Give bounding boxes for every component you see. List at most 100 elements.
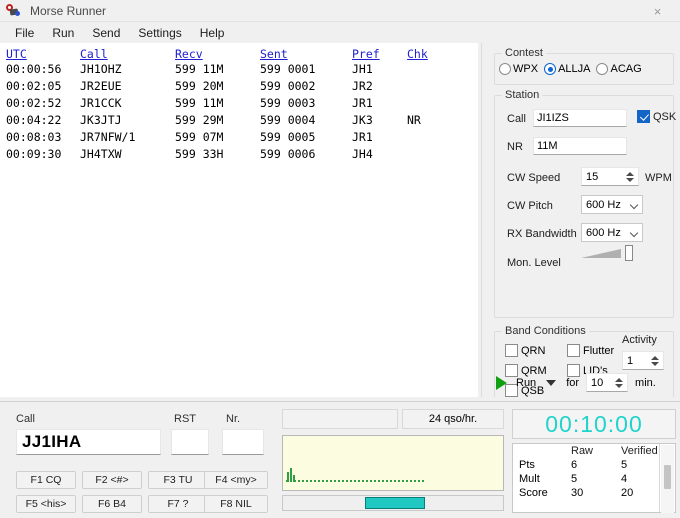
title-bar: Morse Runner × [0,0,680,22]
close-icon[interactable]: × [635,0,680,22]
radio-allja[interactable]: ALLJA [544,63,590,75]
qrn-checkbox[interactable]: QRN [505,344,545,357]
table-row[interactable]: 00:09:30 JH4TXW 599 33H 599 0006 JH4 [0,146,478,163]
radio-allja-icon [544,63,557,75]
window-title: Morse Runner [30,3,107,18]
log-cell-sent: 599 0002 [260,79,316,93]
log-cell-chk [407,146,452,163]
status-display [282,409,398,429]
fkey-f2-nr-button[interactable]: F2 <#> [82,471,142,489]
log-header-utc: UTC [6,47,27,61]
radio-wpx[interactable]: WPX [499,63,538,75]
score-scrollbar[interactable] [661,445,674,513]
log-header-recv: Recv [175,47,203,61]
qsk-checkbox-icon [637,110,650,123]
qso-log-panel[interactable]: UTC Call Recv Sent Pref Chk 00:00:56 JH1… [0,43,478,397]
fkey-f3-tu-button[interactable]: F3 TU [148,471,208,489]
log-cell-pref: JR1 [352,96,373,110]
log-cell-utc: 00:08:03 [6,130,62,144]
radio-acag[interactable]: ACAG [596,63,642,75]
activity-label: Activity [622,334,657,346]
log-cell-chk [407,129,452,146]
fkey-f6-b4-button[interactable]: F6 B4 [82,495,142,513]
run-bar: Run for 10 min. [496,373,676,392]
fkey-f1-cq-button[interactable]: F1 CQ [16,471,76,489]
rx-bandwidth-label: RX Bandwidth [507,228,577,240]
log-cell-chk: NR [407,113,421,127]
vfo-tuning-thumb[interactable] [365,497,425,509]
menu-item-file[interactable]: File [6,24,43,42]
waterfall-baseline [286,480,426,482]
menu-item-help[interactable]: Help [191,24,234,42]
chevron-down-icon[interactable] [546,379,557,386]
mon-level-slider[interactable] [581,244,653,266]
cw-pitch-select[interactable]: 600 Hz [581,195,643,214]
duration-value: 10 [591,376,604,389]
entry-nr-label: Nr. [226,413,241,425]
cw-speed-unit: WPM [645,172,672,184]
activity-spin-icon[interactable] [648,353,661,369]
flutter-checkbox[interactable]: Flutter [567,344,614,357]
fkey-f5-his-button[interactable]: F5 <his> [16,495,76,513]
run-mode-label[interactable]: Run [516,377,536,389]
menu-item-send[interactable]: Send [83,24,129,42]
qsk-checkbox[interactable]: QSK [637,110,676,123]
log-cell-call: JK3JTJ [80,113,122,127]
vertical-splitter[interactable] [478,43,486,397]
qso-entry-panel: Call JJ1IHA RST Nr. F1 CQ F2 <#> F3 TU F… [6,409,274,515]
station-nr-input[interactable]: 11M [533,137,627,155]
activity-stepper[interactable]: 1 [622,351,664,370]
score-header-raw: Raw [571,445,594,457]
entry-nr-input[interactable] [222,429,264,455]
score-row-pts: Pts 6 5 [513,458,675,472]
rx-bandwidth-select[interactable]: 600 Hz [581,223,643,242]
fkey-f4-my-button[interactable]: F4 <my> [204,471,268,489]
fkey-f8-nil-button[interactable]: F8 NIL [204,495,268,513]
station-call-input[interactable]: JI1IZS [533,109,627,127]
entry-call-input[interactable]: JJ1IHA [16,429,161,455]
log-cell-call: JH4TXW [80,147,122,161]
table-row[interactable]: 00:08:03 JR7NFW/1 599 07M 599 0005 JR1 [0,129,478,146]
play-icon[interactable] [496,375,507,390]
qso-log-table: UTC Call Recv Sent Pref Chk 00:00:56 JH1… [0,43,478,163]
cw-speed-stepper[interactable]: 15 [581,167,639,186]
log-cell-pref: JR1 [352,130,373,144]
log-cell-pref: JK3 [352,113,373,127]
log-cell-call: JR7NFW/1 [80,130,136,144]
log-header-pref: Pref [352,47,380,61]
qrn-checkbox-icon [505,344,518,357]
score-label-pts: Pts [519,459,535,471]
table-row[interactable]: 00:04:22 JK3JTJ 599 29M 599 0004 JK3 NR [0,112,478,129]
horizontal-splitter[interactable] [0,397,680,405]
table-row[interactable]: 00:00:56 JH1OHZ 599 11M 599 0001 JH1 [0,61,478,78]
entry-rst-input[interactable] [171,429,209,455]
activity-value: 1 [627,354,634,367]
score-table-container[interactable]: Raw Verified Pts 6 5 Mult 5 4 Score 30 2… [512,443,676,513]
log-cell-utc: 00:02:52 [6,96,62,110]
menu-item-settings[interactable]: Settings [129,24,190,42]
log-cell-recv: 599 29M [175,113,224,127]
log-cell-pref: JH1 [352,62,373,76]
table-row[interactable]: 00:02:05 JR2EUE 599 20M 599 0002 JR2 [0,78,478,95]
mon-level-thumb[interactable] [625,245,633,261]
for-label: for [566,376,580,389]
table-row[interactable]: 00:02:52 JR1CCK 599 11M 599 0003 JR1 [0,95,478,112]
radio-acag-label: ACAG [610,63,642,75]
vfo-tuning-slider[interactable] [282,495,504,511]
qso-rate-display: 24 qso/hr. [402,409,504,429]
duration-spin-icon[interactable] [612,375,625,391]
fkey-f7-query-button[interactable]: F7 ? [148,495,208,513]
morse-key-icon [5,3,23,19]
mon-level-label: Mon. Level [507,257,561,269]
log-cell-recv: 599 20M [175,79,224,93]
rx-bandwidth-value: 600 Hz [586,226,621,239]
contest-group-legend: Contest [502,47,546,59]
log-cell-call: JH1OHZ [80,62,122,76]
duration-stepper[interactable]: 10 [586,373,629,392]
mon-level-track-icon [581,249,621,258]
log-cell-utc: 00:02:05 [6,79,62,93]
menu-item-run[interactable]: Run [43,24,83,42]
log-cell-call: JR2EUE [80,79,122,93]
log-header-row: UTC Call Recv Sent Pref Chk [0,43,478,61]
cw-speed-spin-icon[interactable] [623,169,636,185]
